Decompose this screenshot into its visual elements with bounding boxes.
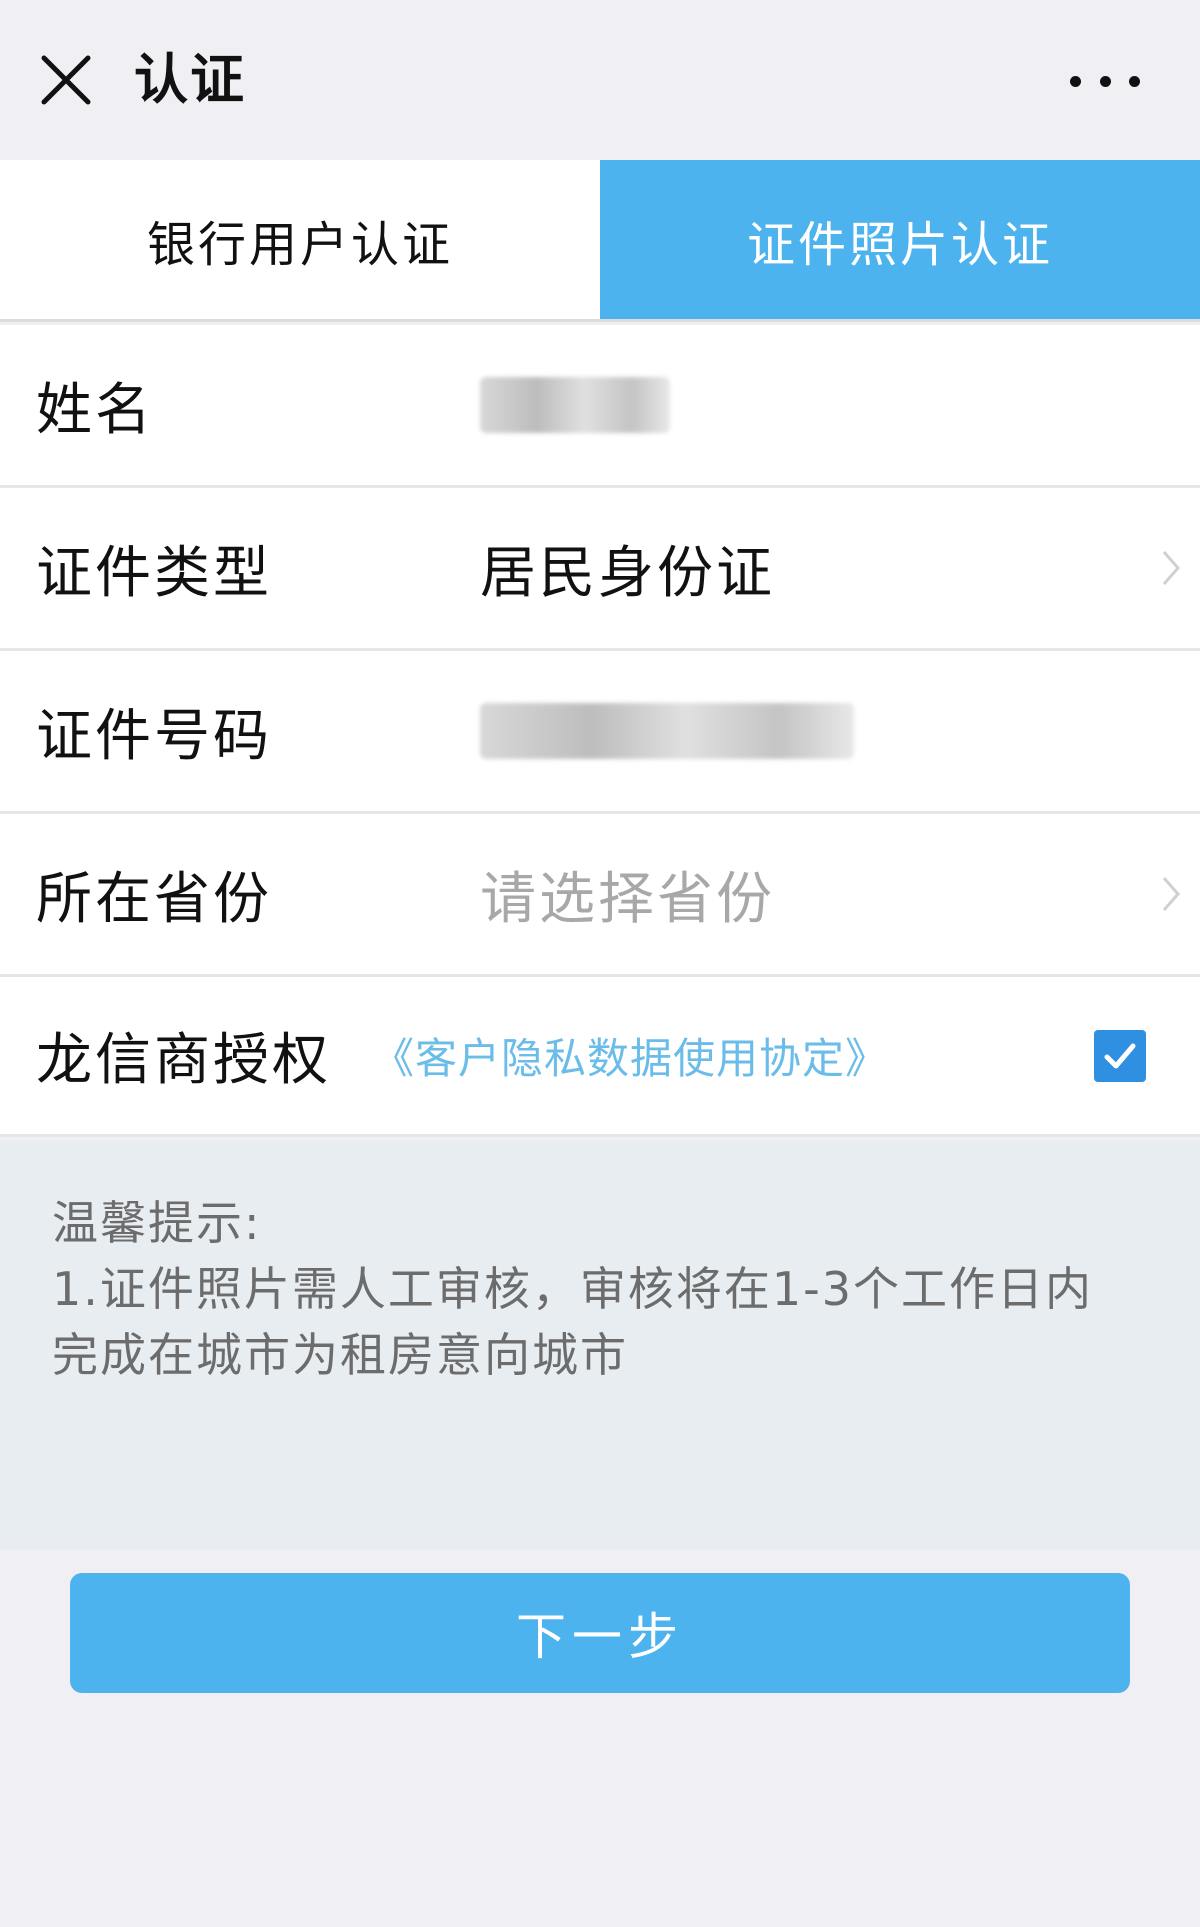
title-bar: 认证	[0, 0, 1200, 160]
authorization-checkbox[interactable]	[1094, 1029, 1146, 1082]
authorization-label: 龙信商授权	[36, 1028, 331, 1093]
id-number-row[interactable]: 证件号码	[0, 651, 1200, 814]
auth-form: 姓名 证件类型 居民身份证 证件号码 所在省份 请选择省份 龙信商授权 《客户隐…	[0, 325, 1200, 1137]
tab-bar: 银行用户认证 证件照片认证	[0, 160, 1200, 322]
province-row[interactable]: 所在省份 请选择省份	[0, 814, 1200, 977]
id-number-label: 证件号码	[36, 703, 272, 769]
id-number-value-redacted	[480, 703, 854, 759]
name-label: 姓名	[36, 377, 154, 443]
chevron-right-icon	[1160, 874, 1182, 914]
close-icon[interactable]	[38, 52, 94, 108]
authorization-row: 龙信商授权 《客户隐私数据使用协定》	[0, 977, 1200, 1137]
tips-panel: 温馨提示: 1.证件照片需人工审核，审核将在1-3个工作日内 完成在城市为租房意…	[0, 1140, 1200, 1550]
province-label: 所在省份	[36, 866, 272, 932]
province-placeholder[interactable]: 请选择省份	[480, 854, 775, 935]
tab-id-photo-auth[interactable]: 证件照片认证	[600, 160, 1200, 319]
id-type-value: 居民身份证	[480, 540, 775, 606]
privacy-agreement-link[interactable]: 《客户隐私数据使用协定》	[372, 1025, 888, 1086]
tips-title: 温馨提示:	[52, 1196, 262, 1250]
tips-line-2: 完成在城市为租房意向城市	[52, 1328, 628, 1382]
name-value-redacted	[480, 377, 670, 433]
tab-bank-user-auth[interactable]: 银行用户认证	[0, 160, 600, 319]
next-step-button[interactable]: 下一步	[70, 1573, 1130, 1693]
name-row[interactable]: 姓名	[0, 325, 1200, 488]
id-type-row[interactable]: 证件类型 居民身份证	[0, 488, 1200, 651]
page-title: 认证	[134, 48, 246, 111]
id-type-label: 证件类型	[36, 540, 272, 606]
more-icon[interactable]	[1070, 66, 1140, 96]
chevron-right-icon	[1160, 548, 1182, 588]
tips-line-1: 1.证件照片需人工审核，审核将在1-3个工作日内	[52, 1262, 1094, 1316]
check-icon	[1104, 1043, 1136, 1068]
